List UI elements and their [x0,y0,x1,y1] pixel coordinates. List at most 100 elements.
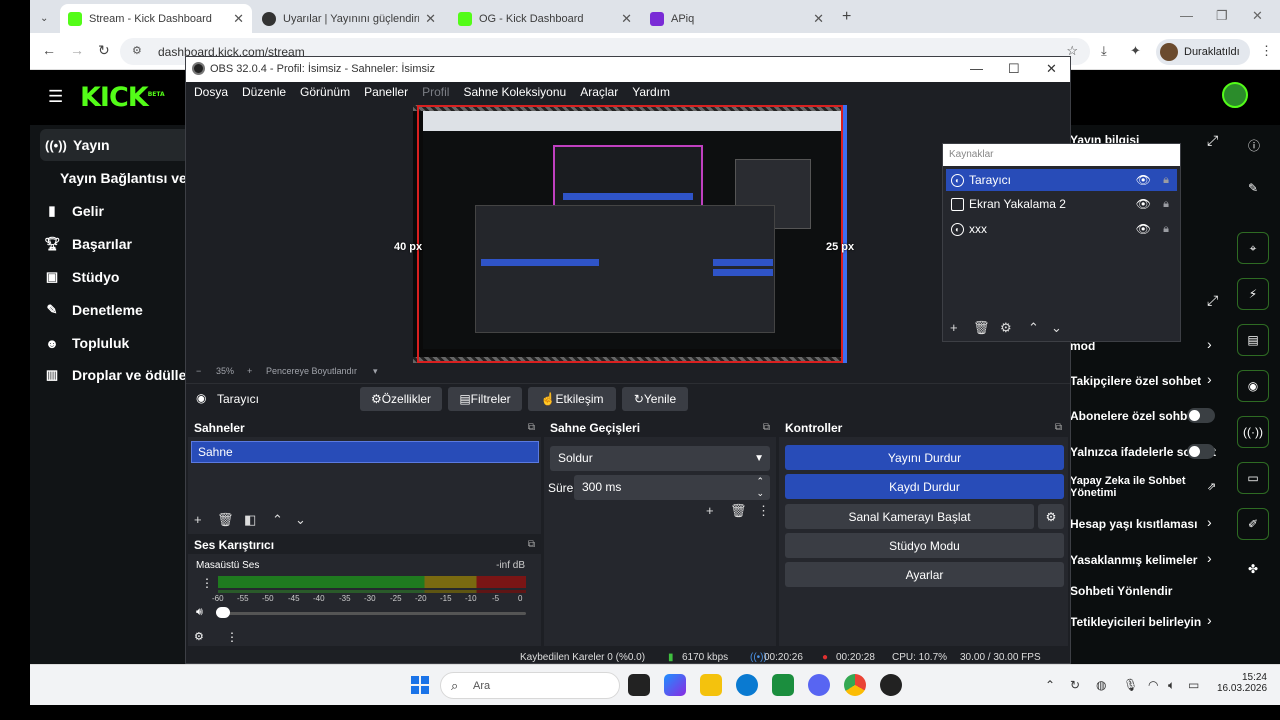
chevron-right-icon[interactable]: › [1207,550,1212,566]
reload-icon[interactable]: ↻ [98,42,110,59]
eye-icon[interactable]: 👁︎ [1136,222,1151,236]
selected-source-outline[interactable] [417,105,843,363]
sidebar-item-studyo[interactable]: ▣ Stüdyo [44,269,120,285]
volume-slider[interactable] [218,612,526,615]
minimize-icon[interactable]: — [1180,8,1193,23]
menu-paneller[interactable]: Paneller [364,82,408,102]
eye-icon[interactable]: 👁︎ [1136,197,1151,211]
clock[interactable]: 15:24 16.03.2026 [1217,672,1267,694]
close-tab-icon[interactable]: ✕ [233,11,244,27]
source-item[interactable]: ◐ xxx 👁︎ 🔒︎ [946,218,1177,240]
profile-button[interactable]: Duraklatıldı [1156,39,1250,65]
tab-search-icon[interactable]: ⌄ [32,4,52,33]
chevron-right-icon[interactable]: › [1207,514,1212,530]
setting-ai-moderation[interactable]: Yapay Zeka ile Sohbet Yönetimi [1070,475,1220,499]
close-tab-icon[interactable]: ✕ [425,11,436,27]
setting-followers-only[interactable]: Takipçilere özel sohbet [1070,374,1220,388]
wrench-icon[interactable]: ✐ [1237,508,1269,540]
channel-menu-icon[interactable]: ⋮ [201,576,213,590]
maximize-icon[interactable]: ❐ [1216,8,1228,24]
stop-recording-button[interactable]: Kaydı Durdur [785,474,1064,499]
add-icon[interactable]: + [950,320,958,335]
emotes-only-toggle[interactable] [1187,444,1215,459]
file-explorer-icon[interactable] [700,674,722,696]
sidebar-item-basarilar[interactable]: 🏆︎ Başarılar [44,236,132,252]
windows-start-icon[interactable] [411,676,429,694]
scene-item[interactable]: Sahne [191,441,539,463]
download-icon[interactable]: ⤓ [1101,43,1107,59]
tab-uyarilar[interactable]: Uyarılar | Yayınını güçlendirmek ✕ [254,4,444,33]
menu-sahne-koleksiyonu[interactable]: Sahne Koleksiyonu [463,82,566,102]
battery-icon[interactable]: ▭ [1188,678,1199,692]
sync-icon[interactable]: ↻ [1070,678,1080,692]
scan-icon[interactable]: ⌖ [1237,232,1269,264]
back-icon[interactable]: ← [42,42,56,58]
setting-triggers[interactable]: Tetikleyicileri belirleyin [1070,615,1220,629]
copilot-icon[interactable] [664,674,686,696]
menu-dots-icon[interactable]: ⋮ [1260,43,1273,59]
obs-icon[interactable] [880,674,902,696]
transition-select[interactable]: Soldur ▼ [550,446,770,471]
expand-icon[interactable]: ⤢ [1207,132,1218,149]
popout-icon[interactable]: ⧉ [1055,419,1062,437]
stop-streaming-button[interactable]: Yayını Durdur [785,445,1064,470]
forward-icon[interactable]: → [70,42,84,58]
trash-icon[interactable]: 🗑︎ [217,512,234,528]
menu-dots-icon[interactable]: ⋮ [757,503,770,519]
arrow-down-icon[interactable]: ⌄ [295,512,306,528]
source-item[interactable]: Ekran Yakalama 2 👁︎ 🔒︎ [946,193,1177,215]
chat-icon[interactable]: ◉ [1237,370,1269,402]
refresh-button[interactable]: ↻ Yenile [622,387,688,411]
start-virtual-camera-button[interactable]: Sanal Kamerayı Başlat [785,504,1034,529]
menu-profil[interactable]: Profil [422,82,449,102]
preview-canvas[interactable] [413,105,847,363]
extensions-icon[interactable]: ✦ [1130,43,1141,59]
tray-chevron-icon[interactable]: ⌃ [1045,678,1055,692]
lock-icon[interactable]: 🔒︎ [1163,198,1169,211]
maximize-icon[interactable]: ☐ [1008,61,1020,77]
volume-slider-handle[interactable] [216,607,230,618]
tab-stream-kick[interactable]: Stream - Kick Dashboard ✕ [60,4,252,33]
sidebar-item-denetleme[interactable]: ✎ Denetleme [44,302,143,318]
video-icon[interactable]: ▭ [1237,462,1269,494]
close-window-icon[interactable]: ✕ [1252,8,1263,24]
source-item[interactable]: ◐ Tarayıcı 👁︎ 🔒︎ [946,169,1177,191]
close-window-icon[interactable]: ✕ [1046,61,1057,77]
chrome-icon[interactable] [844,674,866,696]
virtual-camera-settings-button[interactable]: ⚙ [1038,504,1064,529]
info-icon[interactable]: ⓘ [1248,137,1260,154]
sidebar-item-topluluk[interactable]: ☻ Topluluk [44,335,129,351]
duration-spinbox[interactable]: 300 ms ⌃ ⌄ [574,475,770,500]
add-icon[interactable]: + [706,503,714,518]
edge-icon[interactable] [736,674,758,696]
chevron-right-icon[interactable]: › [1207,612,1212,628]
fit-to-window-button[interactable]: Pencereye Boyutlandır [266,366,357,376]
menu-araclar[interactable]: Araçlar [580,82,618,102]
discord-icon[interactable] [808,674,830,696]
setting-redirect-chat[interactable]: Sohbeti Yönlendir [1070,584,1220,598]
task-view-icon[interactable] [628,674,650,696]
arrow-up-icon[interactable]: ⌃ [1028,320,1039,336]
edit-icon[interactable]: ✎ [1248,181,1258,195]
taskbar-search[interactable]: ⌕ Ara [440,672,620,699]
settings-button[interactable]: Ayarlar [785,562,1064,587]
menu-duzenle[interactable]: Düzenle [242,82,286,102]
setting-banned-words[interactable]: Yasaklanmış kelimeler [1070,553,1220,567]
filters-button[interactable]: ▤ Filtreler [448,387,522,411]
chevron-right-icon[interactable]: › [1207,336,1212,352]
lock-icon[interactable]: 🔒︎ [1163,174,1169,187]
sidebar-item-yayin[interactable]: ((•)) Yayın [40,129,190,161]
lightning-icon[interactable]: ⚡︎ [1237,278,1269,310]
menu-gorunum[interactable]: Görünüm [300,82,350,102]
lock-icon[interactable]: 🔒︎ [1163,223,1169,236]
site-info-icon[interactable]: ⚙ [132,44,142,57]
security-icon[interactable]: ◍ [1096,678,1106,692]
sidebar-item-gelir[interactable]: ▮ Gelir [44,203,103,219]
studio-mode-button[interactable]: Stüdyo Modu [785,533,1064,558]
close-tab-icon[interactable]: ✕ [621,11,632,27]
apps-icon[interactable]: ✤ [1248,562,1258,576]
minimize-icon[interactable]: — [970,61,983,76]
menu-dosya[interactable]: Dosya [194,82,228,102]
filter-icon[interactable]: ◧ [244,512,256,528]
close-tab-icon[interactable]: ✕ [813,11,824,27]
